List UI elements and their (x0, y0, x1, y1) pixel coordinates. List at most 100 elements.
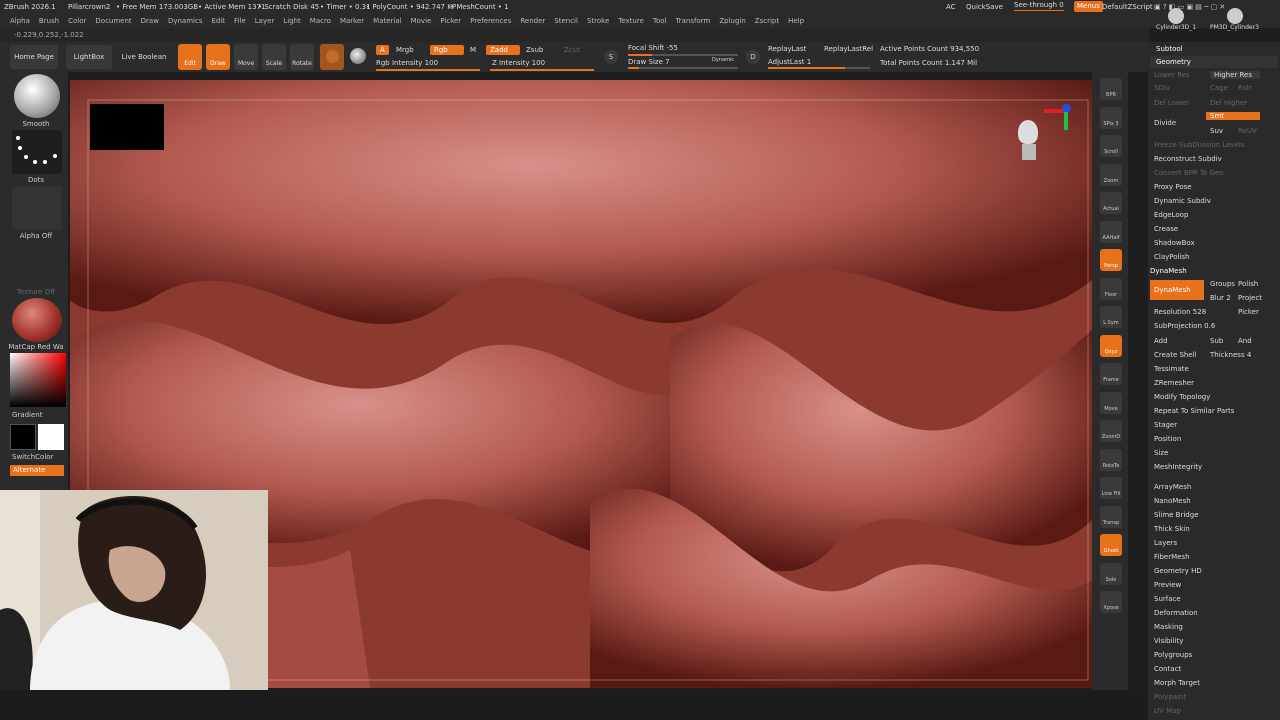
geometry-geometry-hd-item[interactable]: Geometry HD (1154, 567, 1202, 575)
adjust-last-slider[interactable] (768, 67, 870, 69)
smooth-brush-icon[interactable] (14, 74, 60, 118)
suv-toggle[interactable]: Suv (1210, 127, 1223, 135)
higher-res-button[interactable]: Higher Res (1210, 71, 1260, 79)
subprojection-slider[interactable]: SubProjection 0.6 (1154, 322, 1215, 330)
alpha-icon[interactable] (12, 186, 62, 230)
secondary-color-swatch[interactable] (10, 424, 36, 450)
menu-file[interactable]: File (234, 17, 246, 25)
thickness-slider[interactable]: Thickness 4 (1210, 351, 1251, 359)
m-button[interactable]: M (470, 46, 476, 54)
z-intensity-label[interactable]: Z Intensity 100 (492, 59, 545, 67)
geometry-masking-item[interactable]: Masking (1154, 623, 1183, 631)
head-navigator-icon[interactable] (1016, 120, 1040, 176)
tool-thumb-1[interactable]: Cylinder3D_1 (1156, 4, 1196, 31)
geometry-nanomesh-item[interactable]: NanoMesh (1154, 497, 1191, 505)
menus-button[interactable]: Menus (1074, 1, 1103, 12)
geometry-tessimate-item[interactable]: Tessimate (1154, 365, 1189, 373)
menu-material[interactable]: Material (373, 17, 401, 25)
dynamesh-header[interactable]: DynaMesh (1150, 267, 1187, 275)
zcut-button[interactable]: Zcut (564, 46, 580, 54)
shelf-transp-button[interactable]: Transp (1100, 505, 1122, 528)
rgb-intensity-slider[interactable] (376, 69, 480, 71)
geometry-size-item[interactable]: Size (1154, 449, 1168, 457)
shelf-zoom-button[interactable]: Zoom (1100, 163, 1122, 186)
edit-button[interactable]: Edit (178, 44, 202, 70)
draw-size-label[interactable]: Draw Size 7 (628, 58, 670, 66)
geometry-polypaint-item[interactable]: Polypaint (1154, 693, 1186, 701)
move-button[interactable]: Move (234, 44, 258, 70)
switch-color-button[interactable]: SwitchColor (0, 453, 72, 461)
menu-render[interactable]: Render (520, 17, 545, 25)
menu-dynamics[interactable]: Dynamics (168, 17, 203, 25)
menu-help[interactable]: Help (788, 17, 804, 25)
color-sphere-icon[interactable] (350, 48, 366, 64)
alternate-button[interactable]: Alternate (10, 465, 64, 476)
shelf-spix-3-button[interactable]: SPix 3 (1100, 106, 1122, 129)
replay-last-button[interactable]: ReplayLast (768, 45, 806, 53)
shelf-zoomd-button[interactable]: ZoomD (1100, 420, 1122, 442)
geometry-deformation-item[interactable]: Deformation (1154, 609, 1198, 617)
shelf-ghost-button[interactable]: Ghost (1100, 534, 1122, 556)
rgb-button[interactable]: Rgb (430, 45, 464, 55)
geometry-morph-target-item[interactable]: Morph Target (1154, 679, 1200, 687)
geometry-shadowbox-item[interactable]: ShadowBox (1154, 239, 1195, 247)
menu-brush[interactable]: Brush (39, 17, 59, 25)
geometry-preview-item[interactable]: Preview (1154, 581, 1181, 589)
menu-texture[interactable]: Texture (618, 17, 644, 25)
reconstruct-subdiv-button[interactable]: Reconstruct Subdiv (1154, 155, 1222, 163)
rstr-button[interactable]: Rstr (1238, 84, 1252, 92)
menu-alpha[interactable]: Alpha (10, 17, 30, 25)
geometry-dynamic-subdiv-item[interactable]: Dynamic Subdiv (1154, 197, 1211, 205)
dynamesh-button[interactable]: DynaMesh (1150, 280, 1204, 300)
geometry-layers-item[interactable]: Layers (1154, 539, 1177, 547)
shelf-qxyz-button[interactable]: Qxyz (1100, 334, 1122, 357)
shelf-xpose-button[interactable]: Xpose (1100, 591, 1122, 613)
picker-toggle[interactable]: Picker (1238, 308, 1259, 316)
adjust-last-label[interactable]: AdjustLast 1 (768, 58, 811, 66)
geometry-thick-skin-item[interactable]: Thick Skin (1154, 525, 1190, 533)
geometry-visibility-item[interactable]: Visibility (1154, 637, 1183, 645)
menu-tool[interactable]: Tool (653, 17, 667, 25)
project-toggle[interactable]: Project (1238, 294, 1262, 302)
geometry-modify-topology-item[interactable]: Modify Topology (1154, 393, 1210, 401)
del-lower-button[interactable]: Del Lower (1154, 99, 1189, 107)
geometry-arraymesh-item[interactable]: ArrayMesh (1154, 483, 1191, 491)
material-swatch[interactable] (320, 44, 344, 70)
s-icon[interactable]: S (604, 50, 618, 64)
live-boolean-button[interactable]: Live Boolean (118, 45, 170, 69)
cage-button[interactable]: Cage (1210, 84, 1228, 92)
geometry-uv-map-item[interactable]: UV Map (1154, 707, 1181, 715)
geometry-edgeloop-item[interactable]: EdgeLoop (1154, 211, 1188, 219)
geometry-repeat-to-similar-parts-item[interactable]: Repeat To Similar Parts (1154, 407, 1234, 415)
shelf-rotate-button[interactable]: RotaTe (1100, 448, 1122, 471)
convert-bpr-button[interactable]: Convert BPR To Geo (1154, 169, 1224, 177)
shelf-solo-button[interactable]: Solo (1100, 562, 1122, 585)
home-page-button[interactable]: Home Page (10, 45, 58, 69)
draw-button[interactable]: Draw (206, 44, 230, 70)
shelf-aahalf-button[interactable]: AAHalf (1100, 220, 1122, 243)
z-intensity-slider[interactable] (490, 69, 594, 71)
menu-edit[interactable]: Edit (211, 17, 225, 25)
menu-light[interactable]: Light (283, 17, 300, 25)
shelf-bpr-button[interactable]: BPR (1100, 78, 1122, 100)
lightbox-button[interactable]: LightBox (66, 45, 112, 69)
d-icon[interactable]: D (746, 50, 760, 64)
shelf-floor-button[interactable]: Floor (1100, 277, 1122, 300)
freeze-subdivision-button[interactable]: Freeze SubDivision Levels (1154, 141, 1244, 149)
dynamic-toggle[interactable]: Dynamic (712, 57, 734, 63)
zadd-button[interactable]: Zadd (486, 45, 520, 55)
add-button[interactable]: Add (1154, 337, 1168, 345)
geometry-polygroups-item[interactable]: Polygroups (1154, 651, 1192, 659)
menu-stroke[interactable]: Stroke (587, 17, 609, 25)
focal-shift-label[interactable]: Focal Shift -55 (628, 44, 678, 52)
subtool-header[interactable]: Subtool (1150, 43, 1278, 55)
focal-shift-slider[interactable] (628, 54, 738, 56)
menu-document[interactable]: Document (95, 17, 131, 25)
shelf-line-fill-button[interactable]: Line Fill (1100, 477, 1122, 499)
geometry-contact-item[interactable]: Contact (1154, 665, 1181, 673)
geometry-slime-bridge-item[interactable]: Slime Bridge (1154, 511, 1199, 519)
rgb-intensity-label[interactable]: Rgb Intensity 100 (376, 59, 438, 67)
zsub-button[interactable]: Zsub (526, 46, 543, 54)
geometry-fibermesh-item[interactable]: FiberMesh (1154, 553, 1190, 561)
geometry-meshintegrity-item[interactable]: MeshIntegrity (1154, 463, 1202, 471)
